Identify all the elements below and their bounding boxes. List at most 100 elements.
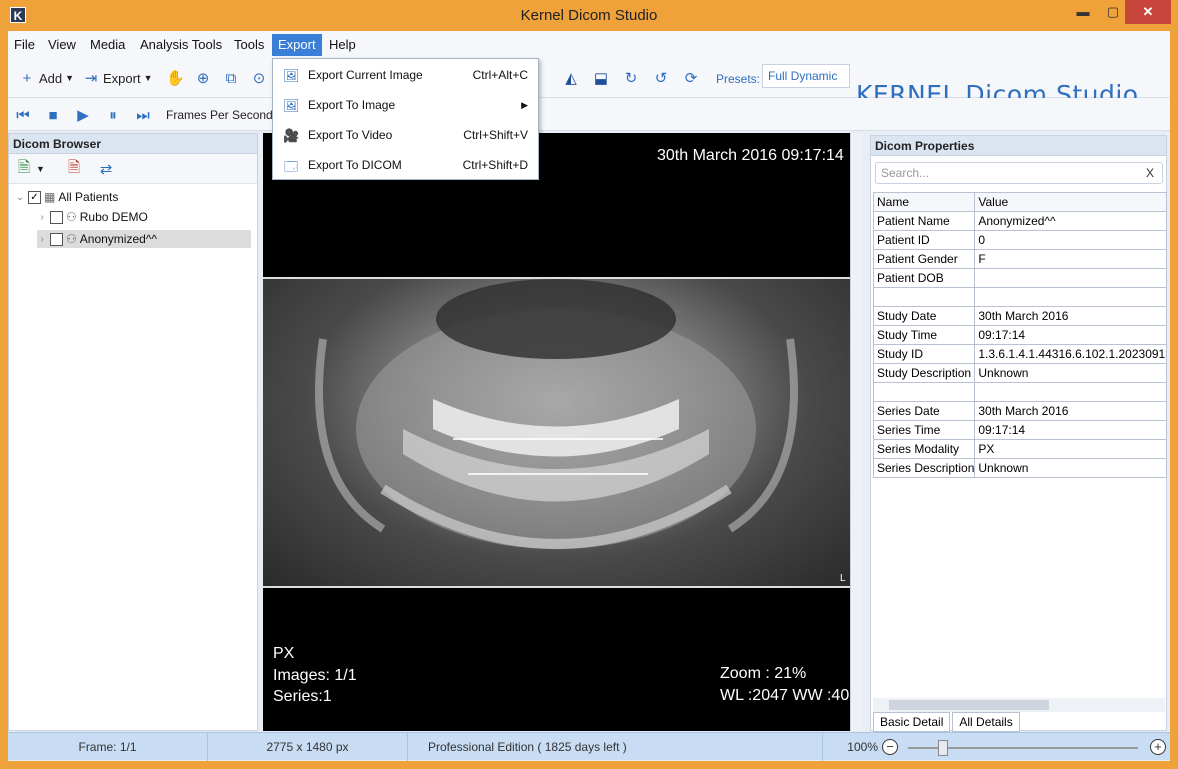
table-row[interactable]: Study Date 30th March 2016: [872, 306, 1168, 326]
table-row[interactable]: Patient Gender F: [872, 249, 1168, 269]
chevron-down-icon: ▼: [143, 73, 153, 83]
menu-item-label: Export Current Image: [308, 68, 423, 82]
copy-icon[interactable]: ⧉: [222, 66, 240, 90]
table-row[interactable]: Series Description Unknown: [872, 458, 1168, 478]
property-name-cell: Patient Name: [872, 211, 976, 231]
property-value-cell: 30th March 2016: [974, 306, 1168, 326]
menu-item-export-to-video[interactable]: 🎥 Export To Video Ctrl+Shift+V: [273, 121, 538, 149]
menu-view[interactable]: View: [42, 34, 82, 56]
zoom-in-button[interactable]: +: [1150, 739, 1166, 755]
modality-label: PX: [273, 645, 295, 662]
fps-label: Frames Per Second: [166, 108, 273, 122]
column-header-value[interactable]: Value: [974, 192, 1168, 212]
flip-vertical-icon[interactable]: ⬓: [592, 66, 610, 90]
window-title: Kernel Dicom Studio: [520, 7, 658, 24]
menu-item-export-to-image[interactable]: 🖼 Export To Image ▶: [273, 91, 538, 119]
checkbox-patient[interactable]: [50, 232, 63, 246]
chevron-down-icon[interactable]: ⌄: [15, 192, 25, 203]
tree-item-patient[interactable]: › ⚇ Rubo DEMO: [37, 208, 147, 226]
table-row[interactable]: [872, 382, 1168, 402]
export-arrow-icon: ⇥: [84, 70, 98, 87]
menu-tools[interactable]: Tools: [228, 34, 270, 56]
table-row[interactable]: Patient DOB: [872, 268, 1168, 288]
dicom-browser-title: Dicom Browser: [9, 134, 257, 154]
property-name-cell: Series Description: [872, 458, 976, 478]
rotate-right-icon[interactable]: ↻: [622, 66, 640, 90]
magnify-icon[interactable]: ⊙: [250, 66, 268, 90]
menu-item-export-to-dicom[interactable]: 🗔 Export To DICOM Ctrl+Shift+D: [273, 151, 538, 179]
table-row[interactable]: Patient ID 0: [872, 230, 1168, 250]
series-count: Series:1: [273, 688, 332, 705]
export-toolbar-button[interactable]: ⇥ Export ▼: [82, 66, 153, 90]
add-button-label: Add: [39, 70, 63, 86]
menu-media[interactable]: Media: [84, 34, 131, 56]
zoom-icon[interactable]: ⊕: [194, 66, 212, 90]
table-row[interactable]: Study Description Unknown: [872, 363, 1168, 383]
dicom-browser-panel: Dicom Browser 🗎 ▼ 🗎 ⇄ ⌄ ✓ ▦ All Patients …: [8, 133, 258, 731]
orientation-marker: L: [840, 573, 846, 584]
menu-export[interactable]: Export: [272, 34, 322, 56]
export-dropdown-menu: 🖼 Export Current Image Ctrl+Alt+C 🖼 Expo…: [272, 58, 539, 180]
zoom-percent: 100%: [847, 740, 878, 754]
table-row[interactable]: Patient Name Anonymized^^: [872, 211, 1168, 231]
flip-horizontal-icon[interactable]: ◭: [562, 66, 580, 90]
xray-drawing: [315, 279, 798, 549]
table-row[interactable]: Series Time 09:17:14: [872, 420, 1168, 440]
viewer-scrollbar[interactable]: [850, 133, 862, 731]
chevron-right-icon[interactable]: ›: [37, 212, 47, 223]
person-icon: ⚇: [66, 232, 77, 246]
table-row[interactable]: Study ID 1.3.6.1.4.1.44316.6.102.1.202309…: [872, 344, 1168, 364]
add-button[interactable]: + Add ▼: [18, 66, 74, 90]
minimize-button[interactable]: ▬: [1071, 0, 1095, 24]
skip-forward-icon[interactable]: ⏭: [134, 103, 152, 127]
skip-back-icon[interactable]: ⏮: [14, 103, 32, 127]
stop-icon[interactable]: ■: [44, 103, 62, 127]
checkbox-patient[interactable]: [50, 210, 63, 224]
menu-item-label: Export To DICOM: [308, 158, 402, 172]
tree-item-patient-selected[interactable]: › ⚇ Anonymized^^: [37, 230, 251, 248]
patient-label: Anonymized^^: [79, 232, 158, 246]
tab-all-details[interactable]: All Details: [952, 712, 1020, 732]
property-name-cell: Series Date: [872, 401, 976, 421]
rotate-left-icon[interactable]: ↺: [652, 66, 670, 90]
menu-help[interactable]: Help: [323, 34, 362, 56]
clear-search-icon[interactable]: X: [1146, 163, 1154, 183]
zoom-slider-thumb[interactable]: [938, 740, 948, 756]
scrollbar-thumb[interactable]: [889, 700, 1049, 710]
group-icon: ▦: [44, 190, 56, 204]
property-name-cell: Study Time: [872, 325, 976, 345]
checkbox-all-patients[interactable]: ✓: [28, 190, 41, 204]
properties-horizontal-scrollbar[interactable]: [873, 698, 1165, 712]
refresh-icon[interactable]: ⇄: [97, 157, 115, 181]
chevron-right-icon[interactable]: ›: [37, 234, 47, 245]
menu-file[interactable]: File: [8, 34, 41, 56]
tree-root-label: All Patients: [58, 190, 119, 204]
column-header-name[interactable]: Name: [872, 192, 976, 212]
presets-dropdown[interactable]: Full Dynamic: [762, 64, 850, 88]
reset-icon[interactable]: ⟳: [682, 66, 700, 90]
pause-icon[interactable]: ⏸: [104, 103, 122, 127]
image-viewer[interactable]: 30th March 2016 09:17:14 L PX Images: 1/…: [263, 133, 850, 731]
search-placeholder: Search...: [881, 166, 930, 180]
menu-item-export-current-image[interactable]: 🖼 Export Current Image Ctrl+Alt+C: [273, 61, 538, 89]
add-file-icon[interactable]: 🗎 ▼: [15, 157, 45, 181]
property-value-cell: [974, 287, 1168, 307]
maximize-button[interactable]: ▢: [1101, 0, 1125, 24]
pan-hand-icon[interactable]: ✋: [166, 66, 185, 90]
client-area: File View Media Analysis Tools Tools Exp…: [8, 31, 1170, 761]
tab-basic-detail[interactable]: Basic Detail: [873, 712, 951, 732]
menu-analysis-tools[interactable]: Analysis Tools: [134, 34, 228, 56]
remove-file-icon[interactable]: 🗎: [65, 157, 83, 181]
table-row[interactable]: [872, 287, 1168, 307]
play-icon[interactable]: ▶: [74, 103, 92, 127]
table-row[interactable]: Study Time 09:17:14: [872, 325, 1168, 345]
status-frame: Frame: 1/1: [8, 733, 208, 761]
zoom-out-button[interactable]: −: [882, 739, 898, 755]
tree-root[interactable]: ⌄ ✓ ▦ All Patients: [15, 188, 119, 206]
table-row[interactable]: Series Modality PX: [872, 439, 1168, 459]
table-header-row: Name Value: [872, 192, 1168, 212]
table-row[interactable]: Series Date 30th March 2016: [872, 401, 1168, 421]
menu-item-shortcut: Ctrl+Shift+V: [463, 128, 528, 142]
properties-search-input[interactable]: Search... X: [875, 162, 1163, 184]
close-button[interactable]: ✕: [1125, 0, 1171, 24]
